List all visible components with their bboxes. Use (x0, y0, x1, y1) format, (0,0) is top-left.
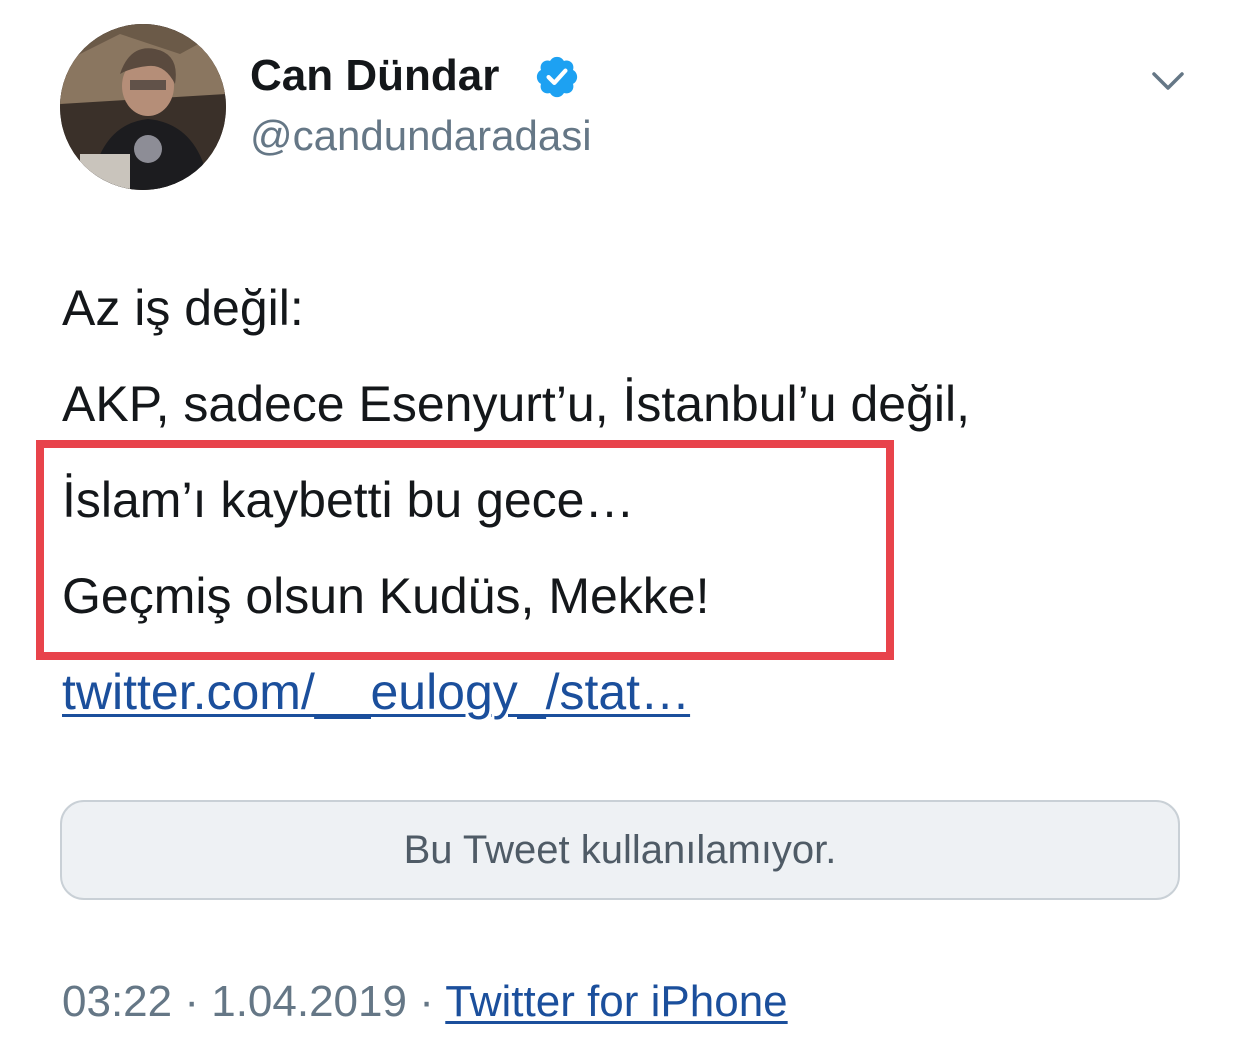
user-handle[interactable]: @candundaradasi (250, 110, 592, 162)
tweet-date: 1.04.2019 (211, 977, 407, 1026)
display-name[interactable]: Can Dündar (250, 48, 499, 104)
verified-badge-icon (536, 56, 578, 98)
tweet-text-line-2: AKP, sadece Esenyurt’u, İstanbul’u değil… (62, 376, 970, 432)
quoted-tweet-card[interactable]: Bu Tweet kullanılamıyor. (60, 800, 1180, 900)
separator: · (172, 977, 212, 1026)
tweet-text-line-1: Az iş değil: (62, 280, 304, 336)
unavailable-message: Bu Tweet kullanılamıyor. (403, 827, 837, 872)
profile-photo-icon (60, 24, 226, 190)
chevron-down-icon[interactable] (1146, 62, 1190, 102)
separator: · (406, 977, 446, 1026)
tweet-source-link[interactable]: Twitter for iPhone (445, 977, 787, 1026)
tweet-text-line-3: İslam’ı kaybetti bu gece… (62, 472, 635, 528)
tweet-time: 03:22 (62, 977, 173, 1026)
tweet-metadata: 03:22 · 1.04.2019 · Twitter for iPhone (62, 974, 788, 1030)
tweet-link[interactable]: twitter.com/__eulogy_/stat… (62, 660, 690, 724)
avatar[interactable] (60, 24, 226, 190)
tweet-text-line-4: Geçmiş olsun Kudüs, Mekke! (62, 568, 710, 624)
